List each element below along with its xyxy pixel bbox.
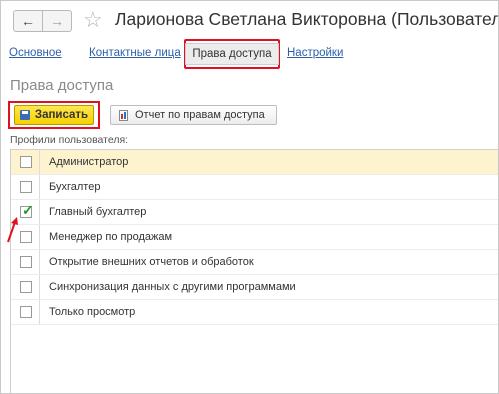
star-icon[interactable]: ☆ xyxy=(83,7,103,33)
profile-label: Менеджер по продажам xyxy=(49,231,173,243)
floppy-disk-icon xyxy=(19,110,30,120)
tab-contacts[interactable]: Контактные лица xyxy=(89,47,181,59)
checkbox[interactable] xyxy=(20,306,32,318)
access-report-label: Отчет по правам доступа xyxy=(135,109,265,121)
save-button-label: Записать xyxy=(34,109,89,121)
list-item[interactable]: Синхронизация данных с другими программа… xyxy=(11,275,498,300)
profile-label: Только просмотр xyxy=(49,306,136,318)
column-divider xyxy=(39,300,40,324)
arrow-right-icon: → xyxy=(50,13,64,29)
report-icon xyxy=(119,109,128,121)
column-divider xyxy=(39,250,40,274)
tab-main[interactable]: Основное xyxy=(9,47,62,59)
column-divider xyxy=(39,225,40,249)
window-title: Ларионова Светлана Викторовна (Пользоват… xyxy=(115,9,499,29)
annotation-arrow-icon xyxy=(7,217,18,243)
list-item[interactable]: Менеджер по продажам xyxy=(11,225,498,250)
checkbox[interactable] xyxy=(20,156,32,168)
list-item[interactable]: ✓ Главный бухгалтер xyxy=(11,200,498,225)
profile-label: Бухгалтер xyxy=(49,181,101,193)
list-item[interactable]: Только просмотр xyxy=(11,300,498,325)
arrow-left-icon: ← xyxy=(21,13,35,29)
profiles-label: Профили пользователя: xyxy=(10,134,129,146)
profile-label: Главный бухгалтер xyxy=(49,206,147,218)
checkbox[interactable] xyxy=(20,231,32,243)
profile-label: Администратор xyxy=(49,156,129,168)
checkbox[interactable] xyxy=(20,181,32,193)
save-button[interactable]: Записать xyxy=(14,105,94,125)
column-divider xyxy=(39,275,40,299)
column-divider xyxy=(39,175,40,199)
tab-access-rights-label: Права доступа xyxy=(185,43,279,65)
tab-access-rights[interactable]: Права доступа xyxy=(184,39,280,69)
profile-label: Синхронизация данных с другими программа… xyxy=(49,281,296,293)
list-item[interactable]: Администратор xyxy=(11,150,498,175)
checkbox[interactable] xyxy=(20,256,32,268)
save-highlight: Записать xyxy=(8,101,100,129)
section-title: Права доступа xyxy=(10,77,114,94)
access-report-button[interactable]: Отчет по правам доступа xyxy=(110,105,277,125)
tab-settings[interactable]: Настройки xyxy=(287,47,343,59)
list-item[interactable]: Открытие внешних отчетов и обработок xyxy=(11,250,498,275)
form-window: ← → ☆ Ларионова Светлана Викторовна (Пол… xyxy=(0,0,499,394)
profiles-list: Администратор Бухгалтер ✓ Главный бухгал… xyxy=(10,149,498,393)
column-divider xyxy=(39,150,40,174)
checkbox-checked[interactable]: ✓ xyxy=(20,202,34,218)
forward-button[interactable]: → xyxy=(42,10,72,32)
checkmark-icon: ✓ xyxy=(22,202,34,218)
list-item[interactable]: Бухгалтер xyxy=(11,175,498,200)
profile-label: Открытие внешних отчетов и обработок xyxy=(49,256,254,268)
back-button[interactable]: ← xyxy=(13,10,43,32)
checkbox[interactable] xyxy=(20,281,32,293)
column-divider xyxy=(39,200,40,224)
